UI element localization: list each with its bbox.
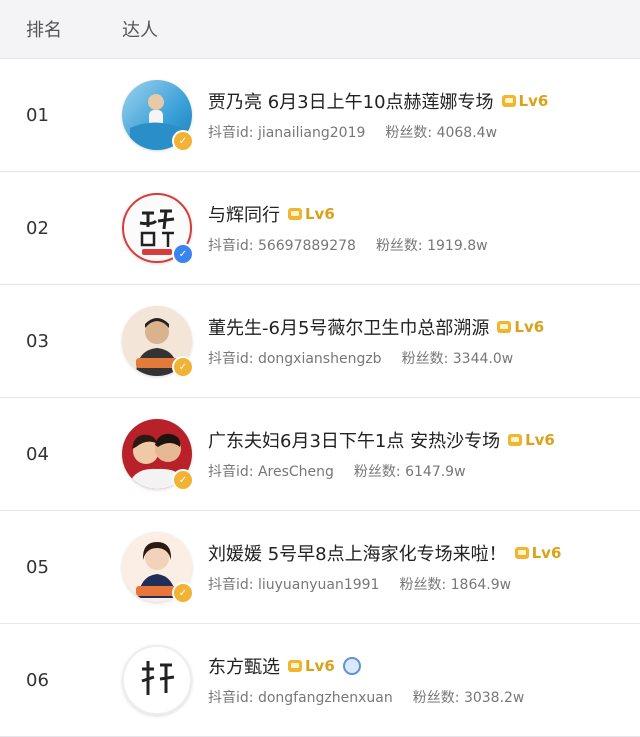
level-icon — [497, 321, 512, 333]
level-icon — [514, 547, 529, 559]
avatar[interactable]: ✓ — [122, 306, 194, 378]
verified-badge-icon: ✓ — [172, 356, 194, 378]
table-header: 排名 达人 — [0, 0, 640, 59]
level-badge: Lv6 — [514, 544, 561, 562]
table-row[interactable]: 06 东方甄选 Lv6 抖音id: dongfangzhenxuan 粉丝数: … — [0, 624, 640, 737]
douyin-id: 抖音id: dongfangzhenxuan — [208, 690, 393, 706]
fans-count: 粉丝数: 4068.4w — [385, 125, 498, 141]
talent-name[interactable]: 董先生-6月5号薇尔卫生巾总部溯源 — [208, 314, 489, 340]
table-row[interactable]: 05 ✓ 刘媛媛 5号早8点上海家化专场来啦！ Lv6 抖音id: liuyua… — [0, 511, 640, 624]
shield-icon — [342, 657, 361, 675]
avatar[interactable]: ✓ — [122, 532, 194, 604]
douyin-id: 抖音id: AresCheng — [208, 464, 334, 480]
fans-count: 粉丝数: 1919.8w — [375, 238, 488, 254]
rank-number: 06 — [26, 669, 49, 691]
fans-count: 粉丝数: 6147.9w — [353, 464, 466, 480]
talent-name[interactable]: 东方甄选 — [208, 653, 280, 679]
talent-name[interactable]: 刘媛媛 5号早8点上海家化专场来啦！ — [208, 540, 507, 566]
level-badge: Lv6 — [497, 318, 544, 336]
douyin-id: 抖音id: liuyuanyuan1991 — [208, 577, 380, 593]
avatar[interactable]: ✓ — [122, 419, 194, 491]
verified-badge-icon: ✓ — [172, 582, 194, 604]
rank-number: 04 — [26, 443, 49, 465]
level-badge: Lv6 — [288, 657, 335, 675]
douyin-id: 抖音id: 56697889278 — [208, 238, 356, 254]
avatar-image — [141, 661, 175, 695]
level-badge: Lv6 — [508, 431, 555, 449]
avatar[interactable]: ✓ — [122, 80, 194, 152]
douyin-id: 抖音id: jianailiang2019 — [208, 125, 366, 141]
table-row[interactable]: 04 ✓ 广东夫妇6月3日下午1点 安热沙专场 Lv6 抖音id: AresCh… — [0, 398, 640, 511]
avatar[interactable] — [122, 645, 192, 715]
level-icon — [501, 95, 516, 107]
avatar[interactable]: ✓ — [122, 193, 194, 265]
rank-number: 05 — [26, 556, 49, 578]
talent-name[interactable]: 与辉同行 — [208, 201, 280, 227]
level-icon — [288, 660, 302, 672]
rank-number: 02 — [26, 217, 49, 239]
level-icon — [508, 434, 523, 446]
fans-count: 粉丝数: 3344.0w — [401, 351, 514, 367]
talent-name[interactable]: 广东夫妇6月3日下午1点 安热沙专场 — [208, 427, 500, 453]
verified-badge-icon: ✓ — [172, 130, 194, 152]
douyin-id: 抖音id: dongxianshengzb — [208, 351, 382, 367]
talent-column-header: 达人 — [122, 20, 158, 41]
fans-count: 粉丝数: 1864.9w — [399, 577, 512, 593]
table-row[interactable]: 03 ✓ 董先生-6月5号薇尔卫生巾总部溯源 Lv6 抖音id: dongxia… — [0, 285, 640, 398]
rank-number: 01 — [26, 104, 49, 126]
rank-column-header: 排名 — [26, 20, 62, 41]
verified-badge-icon: ✓ — [172, 469, 194, 491]
table-row[interactable]: 01 ✓ 贾乃亮 6月3日上午10点赫莲娜专场 Lv6 抖音id: jianai… — [0, 59, 640, 172]
talent-name[interactable]: 贾乃亮 6月3日上午10点赫莲娜专场 — [208, 88, 494, 114]
level-icon — [288, 208, 302, 220]
level-badge: Lv6 — [501, 92, 548, 110]
fans-count: 粉丝数: 3038.2w — [412, 690, 525, 706]
level-badge: Lv6 — [288, 205, 335, 223]
rank-number: 03 — [26, 330, 49, 352]
verified-badge-icon: ✓ — [172, 243, 194, 265]
table-row[interactable]: 02 ✓ 与辉同行 Lv6 抖音id: 56697889278 粉丝数: 191… — [0, 172, 640, 285]
